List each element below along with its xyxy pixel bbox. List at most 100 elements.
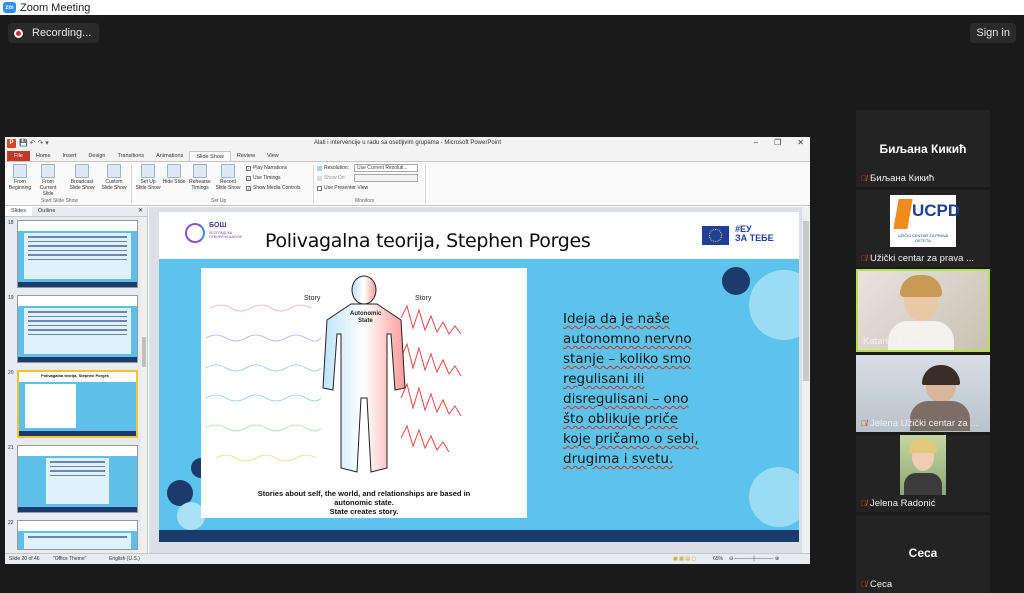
resolution-label: Resolution:	[317, 165, 349, 171]
bos-logo-subtext: БЕОГРАДСКА ОТВОРЕНА ШКОЛА	[209, 231, 242, 239]
participant-name: 🎙̸ Jelena Užički centar za ...	[861, 418, 979, 429]
custom-slide-show-button[interactable]: Custom Slide Show	[101, 164, 127, 191]
mic-muted-icon: 🎙̸	[861, 499, 867, 508]
slide-footer-band	[159, 530, 799, 542]
sign-in-button[interactable]: Sign in	[970, 23, 1016, 43]
tab-home[interactable]: Home	[30, 151, 57, 161]
play-narrations-checkbox[interactable]: ✓ Play Narrations	[246, 165, 287, 171]
show-on-select[interactable]	[354, 174, 418, 182]
tab-transitions[interactable]: Transitions	[111, 151, 150, 161]
thumbnail-image-selected: Polivagalna teorija, Stephen Porges	[17, 370, 138, 438]
participant-tile-katarina[interactable]: Katarina Majkic	[856, 269, 990, 352]
body-line: što oblikuje priče	[563, 411, 679, 427]
scrollbar-thumb[interactable]	[803, 221, 809, 381]
ribbon-tabs: File Home Insert Design Transitions Anim…	[5, 151, 810, 162]
timer-icon	[193, 164, 207, 178]
polyvagal-figure: Story Story Autonomic State Stories abou…	[201, 268, 527, 518]
decor-circle	[749, 270, 799, 340]
tab-file[interactable]: File	[7, 151, 30, 161]
slides-panel-scrollbar[interactable]	[141, 217, 147, 553]
hide-slide-button[interactable]: Hide Slide	[161, 164, 187, 185]
participant-tile-biljana[interactable]: Биљана Кикић 🎙̸ Биљана Кикић	[856, 110, 990, 187]
body-line: drugima i svetu.	[563, 451, 674, 467]
human-silhouette	[322, 275, 406, 473]
recording-indicator[interactable]: Recording...	[8, 23, 100, 43]
from-beginning-button[interactable]: From Beginning	[7, 164, 33, 191]
participant-tile-ceca[interactable]: Ceca 🎙̸ Ceca	[856, 515, 990, 593]
zoom-level[interactable]: 65%	[713, 556, 723, 562]
participant-name: 🎙̸ Ceca	[861, 579, 893, 590]
ppt-titlebar: P 💾 ↶ ↷ ▾ Alati i intervencije u radu sa…	[5, 137, 810, 151]
rehearse-timings-button[interactable]: Rehearse Timings	[187, 164, 213, 191]
set-up-slide-show-button[interactable]: Set Up Slide Show	[135, 164, 161, 191]
person-shirt	[904, 473, 942, 495]
body-line: stanje – koliko smo	[563, 351, 691, 367]
show-media-controls-checkbox[interactable]: ✓ Show Media Controls	[246, 185, 301, 191]
mic-muted-icon: 🎙̸	[861, 580, 867, 589]
close-icon[interactable]: ✕	[797, 138, 804, 147]
zoom-slider[interactable]: ⊖ ─────┼───── ⊕	[729, 556, 779, 562]
use-presenter-view-checkbox[interactable]: Use Presenter View	[317, 185, 368, 191]
view-buttons[interactable]: ▣ ▦ ▤ ▢	[673, 556, 696, 562]
broadcast-icon	[75, 164, 89, 178]
record-slide-show-button[interactable]: Record Slide Show	[215, 164, 241, 191]
thumbnail-number: 21	[8, 445, 14, 451]
tab-insert[interactable]: Insert	[57, 151, 83, 161]
current-slide[interactable]: БОШ БЕОГРАДСКА ОТВОРЕНА ШКОЛА Polivagaln…	[159, 212, 799, 542]
mic-muted-icon: 🎙̸	[861, 419, 867, 428]
body-line: koje pričamo o sebi,	[563, 431, 699, 447]
edit-area-scrollbar[interactable]	[802, 207, 810, 553]
minimize-icon[interactable]: –	[754, 138, 758, 147]
participant-name: Katarina Majkic	[863, 336, 928, 347]
thumbnail-image	[17, 220, 138, 288]
thumbnail-image	[17, 445, 138, 513]
participant-name: 🎙̸ Jelena Radonić	[861, 498, 936, 509]
tab-slides[interactable]: Slides	[5, 207, 32, 216]
zoom-titlebar: zm Zoom Meeting	[0, 0, 1024, 15]
tab-outline[interactable]: Outline	[32, 207, 61, 216]
participant-video	[900, 435, 946, 495]
decor-circle	[749, 467, 799, 527]
close-panel-icon[interactable]: ✕	[138, 207, 143, 216]
monitor-icon	[317, 165, 322, 171]
participant-tile-ucpd[interactable]: UCPD UŽIČKI CENTAR ZA PRAVA DETETA 🎙̸ Uži…	[856, 190, 990, 267]
tab-design[interactable]: Design	[82, 151, 111, 161]
recording-label: Recording...	[32, 27, 92, 39]
window-title: Zoom Meeting	[20, 1, 91, 14]
ppt-window-title: Alati i intervencije u radu sa osetljivi…	[313, 140, 502, 146]
mic-muted-icon: 🎙̸	[861, 174, 867, 183]
participant-tile-jelena-ucpd[interactable]: 🎙̸ Jelena Užički centar za ...	[856, 355, 990, 432]
broadcast-button[interactable]: Broadcast Slide Show	[69, 164, 95, 191]
from-current-slide-button[interactable]: From Current Slide	[35, 164, 61, 197]
tab-view[interactable]: View	[261, 151, 285, 161]
participant-display-name: Биљана Кикић	[879, 142, 967, 156]
participant-name: 🎙̸ Užički centar za prava ...	[861, 253, 975, 264]
use-timings-checkbox[interactable]: ✓ Use Timings	[246, 175, 281, 181]
body-line: regulisani ili	[563, 371, 645, 387]
tab-review[interactable]: Review	[231, 151, 261, 161]
show-on-label: Show On:	[317, 175, 346, 181]
window-controls[interactable]: – ❐ ✕	[754, 138, 804, 147]
group-start-slide-show: Start Slide Show	[41, 198, 78, 204]
tab-animations[interactable]: Animations	[150, 151, 189, 161]
participant-tile-jelena-radonic[interactable]: 🎙̸ Jelena Radonić	[856, 435, 990, 512]
person-hair	[909, 439, 937, 453]
story-left-label: Story	[304, 295, 321, 302]
figure-caption: Stories about self, the world, and relat…	[257, 489, 471, 516]
slide-title: Polivagalna teorija, Stephen Porges	[265, 230, 591, 252]
ribbon-separator	[313, 165, 314, 203]
participant-name: 🎙̸ Биљана Кикић	[861, 173, 935, 184]
resolution-select[interactable]: Use Current Resoluti...	[354, 164, 418, 172]
bos-logo: БОШ БЕОГРАДСКА ОТВОРЕНА ШКОЛА	[185, 221, 245, 251]
language-indicator[interactable]: English (U.S.)	[109, 556, 140, 562]
ucpd-logo: UCPD UŽIČKI CENTAR ZA PRAVA DETETA	[890, 195, 960, 247]
maximize-icon[interactable]: ❐	[774, 138, 781, 147]
shared-screen-powerpoint[interactable]: P 💾 ↶ ↷ ▾ Alati i intervencije u radu sa…	[5, 137, 810, 564]
tab-slide-show[interactable]: Slide Show	[189, 151, 231, 161]
ribbon-separator	[131, 165, 132, 203]
slide-count: Slide 20 of 46	[9, 556, 40, 562]
record-icon	[14, 28, 23, 38]
decor-circle	[722, 267, 750, 295]
scrollbar-thumb[interactable]	[142, 337, 146, 367]
person-hair	[900, 275, 942, 297]
